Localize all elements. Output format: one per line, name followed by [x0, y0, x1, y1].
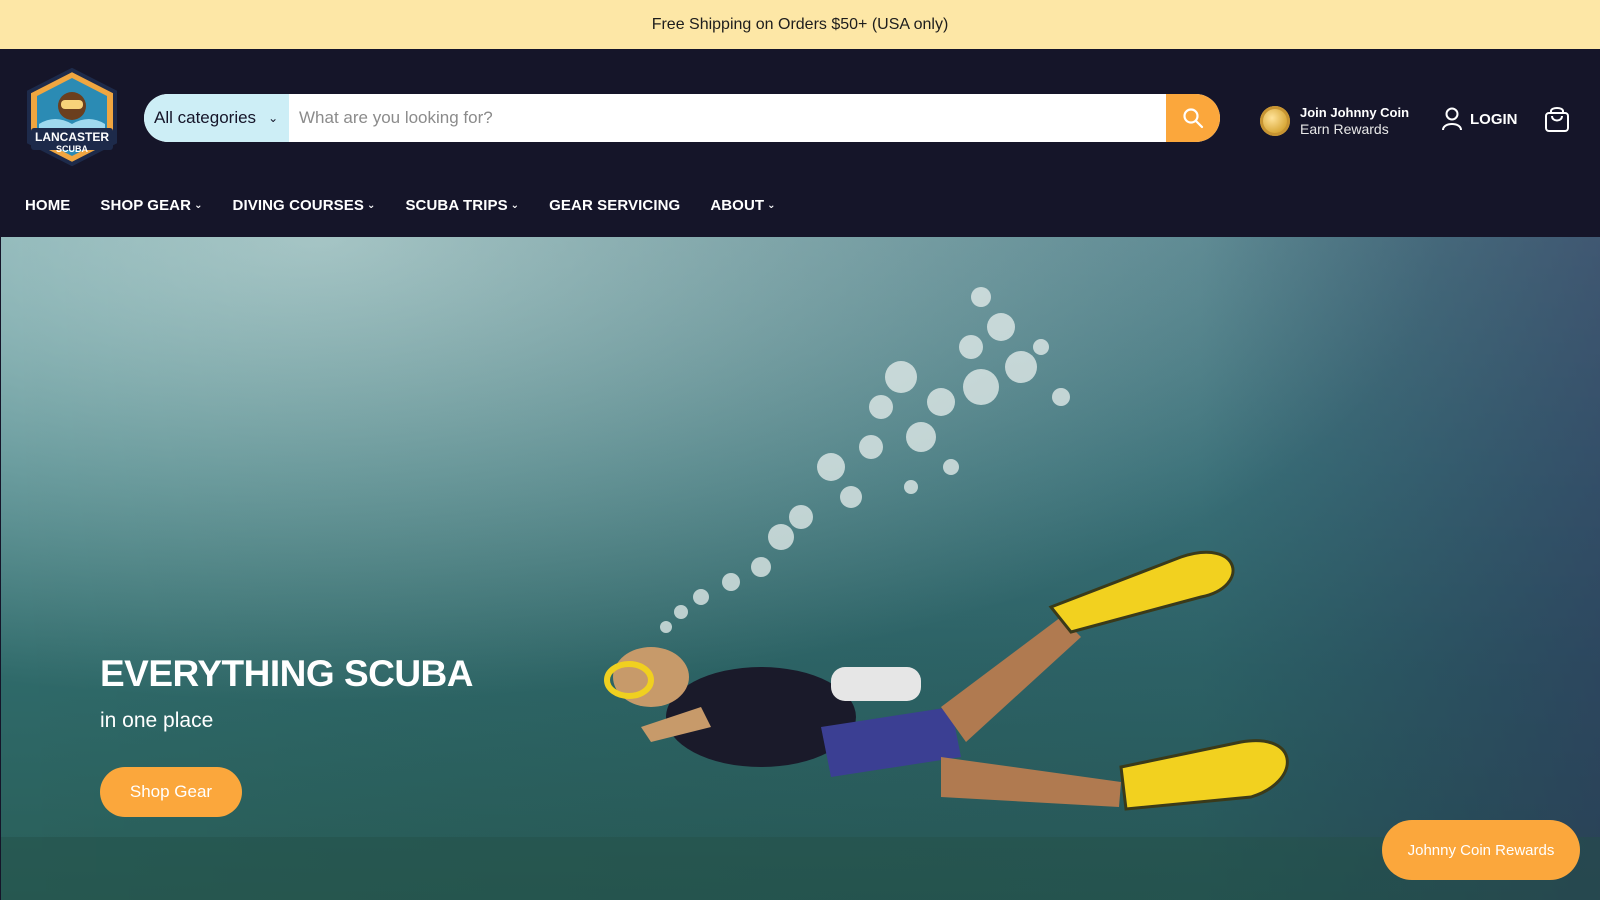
login-label: LOGIN [1470, 110, 1518, 128]
chevron-down-icon: ⌄ [268, 111, 279, 125]
coin-icon [1260, 106, 1290, 136]
nav-home[interactable]: HOME [25, 197, 70, 214]
nav-gear-servicing-label: GEAR SERVICING [549, 197, 681, 214]
search-bar: All categories ⌄ [144, 94, 1220, 142]
chevron-down-icon: ⌄ [194, 200, 203, 211]
chevron-down-icon: ⌄ [767, 200, 776, 211]
search-input[interactable] [289, 94, 1166, 142]
shopping-bag-icon [1545, 107, 1569, 132]
nav-home-label: HOME [25, 197, 71, 214]
site-header: LANCASTER SCUBA All categories ⌄ Join Jo… [0, 49, 1600, 237]
hero-banner: EVERYTHING SCUBA in one place Shop Gear [1, 237, 1600, 900]
search-icon [1183, 108, 1204, 129]
shop-gear-button[interactable]: Shop Gear [100, 767, 242, 817]
coin-title: Join Johnny Coin [1300, 105, 1410, 120]
svg-text:SCUBA: SCUBA [56, 144, 89, 154]
cart-button[interactable] [1544, 105, 1570, 138]
nav-diving-courses[interactable]: DIVING COURSES ⌄ [233, 197, 376, 214]
announcement-bar: Free Shipping on Orders $50+ (USA only) [0, 0, 1600, 49]
category-select[interactable]: All categories ⌄ [144, 94, 289, 142]
coin-subtitle: Earn Rewards [1300, 121, 1389, 137]
chevron-down-icon: ⌄ [366, 200, 376, 211]
johnny-coin-link[interactable]: Join Johnny Coin Earn Rewards [1260, 104, 1409, 138]
store-logo[interactable]: LANCASTER SCUBA [25, 67, 119, 167]
search-button[interactable] [1166, 94, 1220, 142]
hero-diver-image [1, 237, 1600, 900]
logo-badge-icon: LANCASTER SCUBA [27, 67, 117, 167]
nav-scuba-trips-label: SCUBA TRIPS [405, 197, 508, 214]
nav-shop-gear-label: SHOP GEAR [100, 197, 192, 214]
nav-shop-gear[interactable]: SHOP GEAR ⌄ [100, 197, 202, 214]
nav-diving-courses-label: DIVING COURSES [232, 197, 364, 214]
announcement-text: Free Shipping on Orders $50+ (USA only) [651, 15, 949, 33]
svg-text:LANCASTER: LANCASTER [35, 130, 109, 144]
nav-scuba-trips[interactable]: SCUBA TRIPS ⌄ [405, 197, 519, 214]
chevron-down-icon: ⌄ [510, 200, 520, 211]
user-icon [1442, 107, 1462, 131]
nav-about[interactable]: ABOUT ⌄ [710, 197, 775, 214]
hero-title: EVERYTHING SCUBA [100, 653, 474, 694]
login-link[interactable]: LOGIN [1441, 107, 1518, 131]
nav-gear-servicing[interactable]: GEAR SERVICING [549, 197, 680, 214]
main-nav: HOME SHOP GEAR ⌄ DIVING COURSES ⌄ SCUBA TR… [25, 197, 806, 214]
johnny-coin-rewards-button[interactable]: Johnny Coin Rewards [1382, 820, 1580, 880]
hero-subtitle: in one place [100, 709, 214, 732]
category-select-label: All categories [154, 108, 257, 127]
nav-about-label: ABOUT [710, 197, 765, 214]
